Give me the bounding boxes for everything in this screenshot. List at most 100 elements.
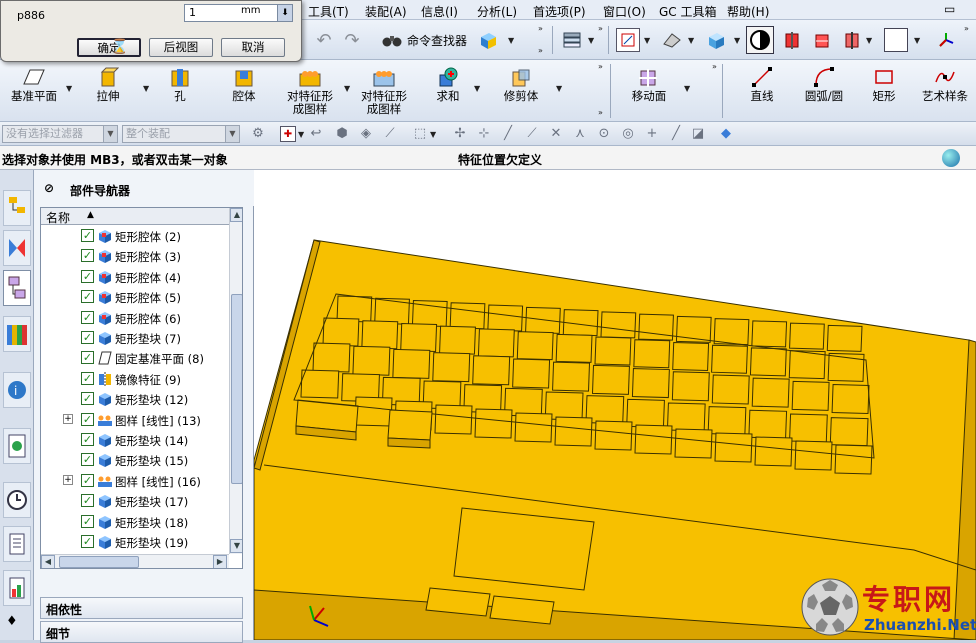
visibility-checkbox[interactable]: ✓ bbox=[81, 473, 94, 487]
visibility-checkbox[interactable]: ✓ bbox=[81, 331, 94, 344]
tree-row[interactable]: ✓ 矩形垫块 (7) bbox=[41, 328, 229, 348]
keyboard-key[interactable] bbox=[449, 302, 486, 330]
tree-row[interactable]: ✓ 矩形腔体 (5) bbox=[41, 287, 229, 307]
tree-row[interactable]: + ✓ 图样 [线性] (13) bbox=[41, 410, 229, 430]
keyboard-key[interactable] bbox=[634, 424, 673, 455]
keyboard-key[interactable] bbox=[674, 428, 713, 459]
keyboard-key[interactable] bbox=[555, 333, 593, 363]
expand-icon[interactable]: + bbox=[63, 474, 73, 485]
menu-info[interactable]: 信息(I) bbox=[421, 3, 458, 20]
edit-section-icon[interactable] bbox=[810, 28, 834, 52]
snap-quadrant-icon[interactable]: ◎ bbox=[620, 126, 636, 142]
select-edge-icon[interactable]: ⟋ bbox=[382, 126, 398, 142]
visibility-checkbox[interactable]: ✓ bbox=[81, 310, 94, 324]
keyboard-key[interactable] bbox=[472, 355, 511, 386]
keyboard-key[interactable] bbox=[714, 432, 753, 463]
small-pad-block-side[interactable] bbox=[387, 437, 431, 449]
keyboard-key[interactable] bbox=[432, 352, 471, 383]
binoculars-icon[interactable] bbox=[380, 28, 404, 52]
trim-body-button[interactable]: 修剪体 bbox=[496, 60, 546, 122]
keyboard-key[interactable] bbox=[312, 342, 351, 373]
keyboard-key[interactable] bbox=[525, 306, 561, 334]
keyboard-key[interactable] bbox=[751, 320, 788, 348]
keyboard-key[interactable] bbox=[322, 317, 360, 347]
keyboard-key[interactable] bbox=[794, 440, 833, 471]
rectangle-button[interactable]: 矩形 bbox=[864, 60, 904, 122]
tree-row[interactable]: ✓ 矩形垫块 (14) bbox=[41, 430, 229, 450]
keyboard-key[interactable] bbox=[512, 358, 551, 389]
reuse-library-tab[interactable] bbox=[3, 316, 31, 352]
shaded-cube-icon[interactable] bbox=[704, 28, 728, 52]
vertical-scrollbar[interactable]: ▲ ▼ bbox=[229, 208, 242, 554]
keyboard-key[interactable] bbox=[829, 417, 869, 447]
snap-circle-icon[interactable]: ⊙ bbox=[596, 126, 612, 142]
tree-row[interactable]: ✓ 矩形垫块 (17) bbox=[41, 491, 229, 511]
keyboard-key[interactable] bbox=[671, 371, 710, 402]
menu-assembly[interactable]: 装配(A) bbox=[365, 3, 407, 20]
keyboard-key[interactable] bbox=[392, 348, 431, 379]
keyboard-key[interactable] bbox=[713, 318, 750, 346]
tree-row[interactable]: ✓ 矩形腔体 (2) bbox=[41, 226, 229, 246]
undo-icon[interactable]: ↶ bbox=[312, 28, 336, 52]
process-studio-tab[interactable] bbox=[3, 570, 31, 606]
snap-point-icon[interactable]: ✚ bbox=[280, 126, 296, 142]
expand-icon[interactable]: + bbox=[63, 413, 73, 424]
tree-row[interactable]: ✓ 矩形垫块 (12) bbox=[41, 389, 229, 409]
visibility-checkbox[interactable]: ✓ bbox=[81, 269, 94, 283]
visibility-checkbox[interactable]: ✓ bbox=[81, 433, 94, 446]
scroll-down-icon[interactable]: ▼ bbox=[230, 539, 242, 553]
select-arrow-icon[interactable]: ↩ bbox=[308, 126, 324, 142]
pattern-face-button[interactable]: 对特征形 成图样 bbox=[354, 60, 414, 122]
keyboard-key[interactable] bbox=[474, 408, 513, 439]
keyboard-key[interactable] bbox=[666, 402, 706, 432]
keyboard-key[interactable] bbox=[831, 384, 870, 415]
wcs-icon[interactable] bbox=[934, 28, 958, 52]
minimize-icon[interactable]: ▭ bbox=[944, 2, 955, 16]
keyboard-key[interactable] bbox=[631, 368, 670, 399]
cancel-button[interactable]: 取消 bbox=[221, 38, 285, 57]
view-orient-icon[interactable] bbox=[660, 28, 684, 52]
keyboard-key[interactable] bbox=[594, 420, 633, 451]
selection-scope-select[interactable]: 整个装配 ▼ bbox=[122, 125, 240, 143]
keyboard-key[interactable] bbox=[594, 336, 632, 366]
keyboard-key[interactable] bbox=[711, 344, 748, 374]
keyboard-key[interactable] bbox=[638, 313, 674, 341]
keyboard-key[interactable] bbox=[707, 406, 747, 436]
dependencies-panel[interactable]: 相依性 ⌄ bbox=[40, 597, 243, 619]
visibility-checkbox[interactable]: ✓ bbox=[81, 371, 94, 385]
hd3d-tools-tab[interactable]: i bbox=[3, 372, 31, 408]
column-header-name[interactable]: 名称 ▲ bbox=[41, 208, 229, 225]
keyboard-key[interactable] bbox=[354, 396, 393, 427]
extrude-button[interactable]: 拉伸 bbox=[86, 60, 130, 122]
keyboard-key[interactable] bbox=[554, 416, 593, 447]
line-button[interactable]: 直线 bbox=[740, 60, 784, 122]
globe-icon[interactable] bbox=[942, 149, 960, 167]
keyboard-key[interactable] bbox=[754, 436, 793, 467]
keyboard-key[interactable] bbox=[300, 369, 340, 399]
scroll-up-icon[interactable]: ▲ bbox=[230, 208, 242, 222]
move-face-button[interactable]: 移动面 bbox=[622, 60, 676, 122]
small-pad-block[interactable] bbox=[387, 409, 433, 441]
keyboard-key[interactable] bbox=[789, 413, 828, 443]
value-dropdown-icon[interactable]: ⬇ bbox=[277, 4, 293, 22]
menu-help[interactable]: 帮助(H) bbox=[727, 3, 769, 20]
background-color-icon[interactable] bbox=[884, 28, 908, 52]
keyboard-key[interactable] bbox=[672, 341, 710, 371]
keyboard-key[interactable] bbox=[633, 339, 671, 369]
visibility-checkbox[interactable]: ✓ bbox=[81, 453, 94, 467]
snap-line-icon[interactable]: ╱ bbox=[500, 126, 516, 142]
keyboard-key[interactable] bbox=[791, 380, 830, 411]
select-body-icon[interactable]: ⬢ bbox=[334, 126, 350, 142]
visibility-checkbox[interactable]: ✓ bbox=[81, 494, 94, 508]
type-filter-select[interactable]: 没有选择过滤器 ▼ bbox=[2, 125, 118, 143]
pocket-button[interactable]: 腔体 bbox=[222, 60, 266, 122]
system-materials-tab[interactable] bbox=[3, 526, 31, 562]
cube-icon[interactable] bbox=[476, 28, 500, 52]
keyboard-key[interactable] bbox=[516, 331, 554, 361]
command-finder-label[interactable]: 命令查找器 bbox=[407, 32, 467, 49]
visibility-checkbox[interactable]: ✓ bbox=[81, 535, 94, 548]
keyboard-key[interactable] bbox=[477, 328, 515, 358]
keyboard-key[interactable] bbox=[600, 311, 637, 339]
tree-row[interactable]: ✓ 矩形垫块 (18) bbox=[41, 512, 229, 532]
selection-priority-icon[interactable]: ⚙ bbox=[250, 126, 266, 142]
